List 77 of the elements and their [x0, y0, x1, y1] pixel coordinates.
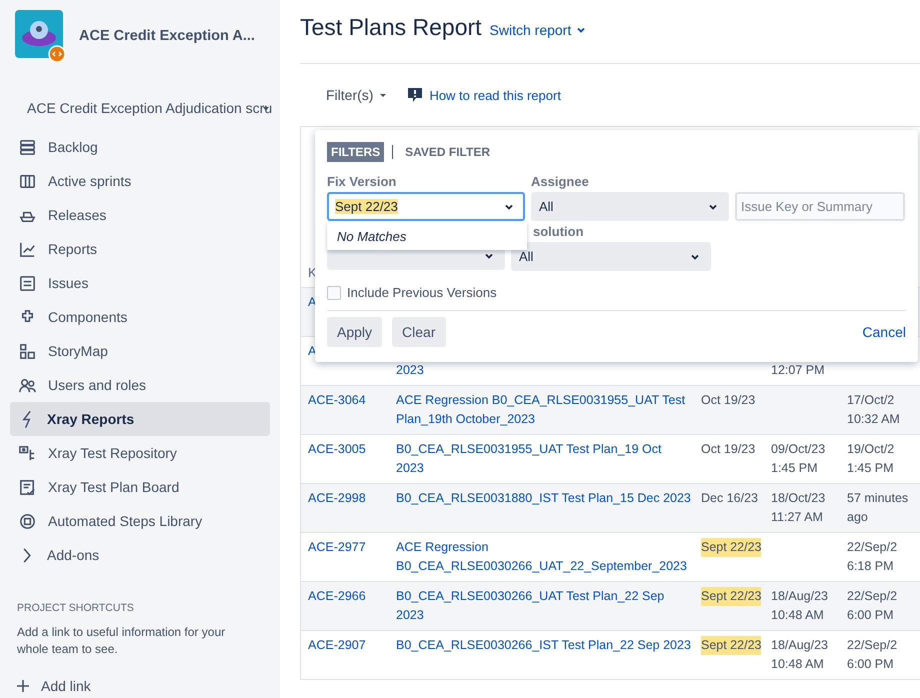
table-cell-text: 17/Oct/2 10:32 AM [846, 392, 901, 428]
table-cell[interactable]: ACE Regression B0_CEA_RLSE0031955_UAT Test Plan_19th October_2023 [389, 386, 694, 434]
field-label: solution [533, 224, 584, 240]
blocks-icon [18, 342, 37, 360]
table-cell-text: 12:07 PM [770, 362, 826, 379]
table-cell-text: Oct 19/23 [701, 441, 756, 458]
table-cell-text: 22/Sep/2 6:00 PM [846, 588, 898, 624]
checkbox[interactable] [327, 286, 341, 300]
plus-icon [17, 680, 29, 692]
table-cell-text: 57 minutes ago [846, 490, 910, 526]
table-cell-text: Dec 16/23 [701, 490, 758, 507]
table-cell: Sept 22/23 [701, 538, 762, 557]
section-heading: PROJECT SHORTCUTS [17, 602, 135, 614]
sidebar-item[interactable]: Active sprints [10, 164, 270, 198]
sidebar-item[interactable]: Releases [10, 198, 270, 232]
field-label: Assignee [531, 174, 590, 190]
board-icon [18, 478, 37, 496]
filter-tab[interactable]: FILTERS [327, 142, 384, 162]
table-cell-text: 18/Oct/23 11:27 AM [770, 490, 826, 526]
table-cell: Sept 22/23 [701, 587, 762, 606]
no-matches-message: No Matches [327, 222, 527, 250]
filters-button[interactable]: Filter(s) [326, 87, 390, 103]
page-title: Test Plans Report [300, 14, 482, 41]
shortcuts-text: Add a link to useful information for your whole team to see. [17, 624, 226, 658]
table-cell-text: 09/Oct/23 1:45 PM [770, 441, 826, 477]
table-cell: Sept 22/23 [701, 636, 762, 655]
sidebar-item[interactable]: Xray Test Repository [10, 436, 270, 470]
table-cell[interactable]: B0_CEA_RLSE0031880_IST Test Plan_15 Dec 2023 [389, 484, 694, 513]
table-cell-text: 18/Aug/23 10:48 AM [770, 637, 829, 673]
stack-icon [18, 138, 37, 156]
assignee-select[interactable]: All [531, 192, 729, 221]
list-icon [18, 274, 37, 292]
sidebar-item[interactable]: Backlog [10, 130, 270, 164]
table-cell[interactable]: ACE-3064 [301, 386, 389, 415]
table-cell[interactable]: B0_CEA_RLSE0031955_UAT Test Plan_19 Oct 2023 [389, 435, 694, 483]
filter-button[interactable]: Apply [327, 317, 382, 347]
sidebar-item[interactable]: StoryMap [10, 334, 270, 368]
table-cell[interactable]: ACE Regression B0_CEA_RLSE0030266_UAT_22_September_2023 [389, 533, 694, 581]
help-link[interactable]: How to read this report [429, 88, 561, 102]
project-avatar-icon [15, 10, 67, 62]
help-icon [407, 87, 424, 103]
library-icon [18, 512, 37, 530]
resolution-select[interactable]: All [511, 242, 711, 271]
filter-tab[interactable]: SAVED FILTER [401, 142, 494, 162]
table-cell[interactable]: ACE-3005 [301, 435, 389, 464]
table-cell-text: Oct 19/23 [701, 392, 756, 409]
table-cell-text: 22/Sep/2 6:00 PM [846, 637, 898, 673]
table-cell[interactable]: ACE-2966 [301, 582, 389, 611]
table-cell[interactable]: B0_CEA_RLSE0030266_UAT Test Plan_22 Sep 2023 [389, 582, 694, 630]
sidebar-item[interactable]: Xray Reports [10, 402, 270, 436]
sidebar-item[interactable]: Issues [10, 266, 270, 300]
repository-icon [18, 444, 37, 462]
project-name: ACE Credit Exception A... [79, 28, 255, 44]
cancel-link[interactable]: Cancel [862, 324, 906, 340]
chevron-icon [22, 546, 32, 564]
add-link[interactable]: Add link [41, 678, 91, 694]
checkbox-label: Include Previous Versions [347, 285, 497, 300]
table-cell[interactable]: B0_CEA_RLSE0030266_IST Test Plan_22 Sep 2023 [389, 631, 694, 660]
table-cell[interactable]: ACE-2977 [301, 533, 389, 562]
fix-version-field[interactable]: Sept 22/23 [327, 192, 525, 221]
table-cell-text: 22/Sep/2 6:18 PM [846, 539, 898, 575]
table-cell-text: 19/Oct/2 1:45 PM [846, 441, 896, 477]
board-selector[interactable]: ACE Credit Exception Adjudication scru [27, 100, 272, 116]
search-field[interactable]: Issue Key or Summary [735, 192, 905, 221]
filter-button[interactable]: Clear [392, 317, 446, 347]
bolt-icon [22, 410, 32, 428]
sidebar-item[interactable]: Reports [10, 232, 270, 266]
table-cell-text: 18/Aug/23 10:48 AM [770, 588, 829, 624]
table-cell[interactable]: ACE-2998 [301, 484, 389, 513]
sidebar-item[interactable]: Add-ons [10, 538, 270, 572]
table-cell[interactable]: ACE-2907 [301, 631, 389, 660]
field-label: Fix Version [327, 174, 398, 190]
sidebar-item[interactable]: Users and roles [10, 368, 270, 402]
sidebar-item[interactable]: Automated Steps Library [10, 504, 270, 538]
sidebar-item[interactable]: Components [10, 300, 270, 334]
sidebar-item[interactable]: Xray Test Plan Board [10, 470, 270, 504]
switch-report-link[interactable]: Switch report [490, 22, 588, 38]
